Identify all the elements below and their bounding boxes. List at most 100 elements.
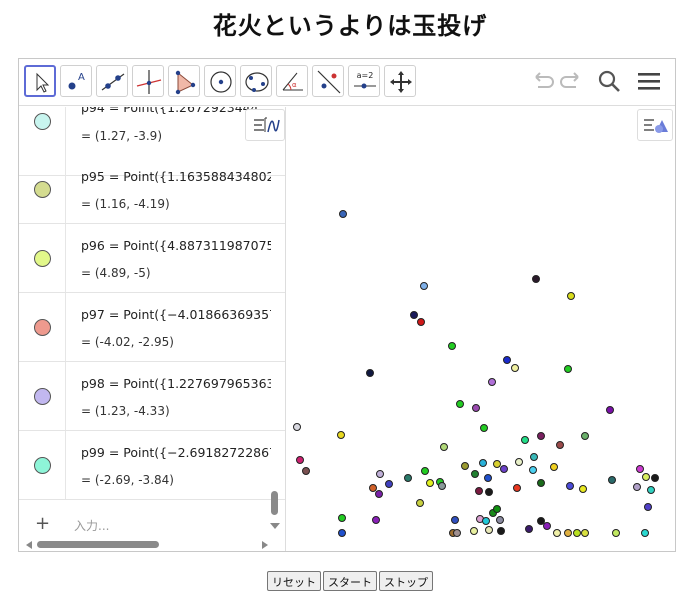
plot-point[interactable] [448,342,456,350]
plot-point[interactable] [438,482,446,490]
visibility-marker[interactable] [34,250,51,267]
visibility-marker[interactable] [34,457,51,474]
circle-tool-icon[interactable] [204,65,236,97]
plot-point[interactable] [543,522,551,530]
point-definition[interactable]: p98 = Point({1.22769796536358 [81,376,271,391]
plot-point[interactable] [651,474,659,482]
stop-button[interactable]: ストップ [379,571,433,591]
plot-point[interactable] [564,365,572,373]
plot-point[interactable] [416,499,424,507]
graphics-style-button[interactable] [637,109,673,141]
algebra-row[interactable]: p95 = Point({1.16358843480228 = (1.16, -… [19,155,285,224]
plot-point[interactable] [338,514,346,522]
plot-point[interactable] [497,527,505,535]
plot-point[interactable] [636,465,644,473]
visibility-marker[interactable] [34,113,51,130]
plot-point[interactable] [470,527,478,535]
plot-point[interactable] [496,516,504,524]
point-tool-icon[interactable]: A [60,65,92,97]
plot-point[interactable] [375,490,383,498]
algebra-input[interactable]: + 入力... [19,513,285,539]
plot-point[interactable] [366,369,374,377]
plot-point[interactable] [608,476,616,484]
perpendicular-tool-icon[interactable] [132,65,164,97]
plot-point[interactable] [420,282,428,290]
move-view-tool-icon[interactable] [384,65,416,97]
graphics-view[interactable] [287,107,675,551]
plot-point[interactable] [525,525,533,533]
scroll-left-icon[interactable] [25,540,33,550]
slider-tool-icon[interactable]: a=2 [348,65,380,97]
point-definition[interactable]: p99 = Point({−2.69182722867 [81,445,271,460]
algebra-row[interactable]: p97 = Point({−4.01866369357 = (-4.02, -2… [19,293,285,362]
visibility-marker[interactable] [34,181,51,198]
plot-point[interactable] [421,467,429,475]
plot-point[interactable] [485,526,493,534]
plot-point[interactable] [479,459,487,467]
plot-point[interactable] [532,275,540,283]
conic-tool-icon[interactable] [240,65,272,97]
plot-point[interactable] [440,443,448,451]
visibility-marker[interactable] [34,319,51,336]
point-definition[interactable]: p94 = Point({1.2672923444 [81,107,271,115]
plot-point[interactable] [385,480,393,488]
plot-point[interactable] [485,488,493,496]
scroll-right-icon[interactable] [261,540,269,550]
plot-point[interactable] [453,529,461,537]
plot-point[interactable] [515,458,523,466]
plot-point[interactable] [647,486,655,494]
algebra-row[interactable]: p98 = Point({1.22769796536358 = (1.23, -… [19,362,285,431]
plot-point[interactable] [581,529,589,537]
reset-button[interactable]: リセット [267,571,321,591]
angle-tool-icon[interactable]: α [276,65,308,97]
plot-point[interactable] [567,292,575,300]
plot-point[interactable] [493,505,501,513]
plot-point[interactable] [530,453,538,461]
plot-point[interactable] [293,423,301,431]
search-icon[interactable] [597,69,623,99]
plot-point[interactable] [633,483,641,491]
plot-point[interactable] [482,517,490,525]
plot-point[interactable] [480,424,488,432]
plot-point[interactable] [338,529,346,537]
plot-point[interactable] [451,516,459,524]
plot-point[interactable] [461,462,469,470]
vertical-scrollbar[interactable] [271,491,278,515]
plot-point[interactable] [612,529,620,537]
plot-point[interactable] [484,474,492,482]
plot-point[interactable] [417,318,425,326]
plot-point[interactable] [302,467,310,475]
plot-point[interactable] [296,456,304,464]
plot-point[interactable] [564,529,572,537]
menu-icon[interactable] [636,69,662,99]
plot-point[interactable] [529,466,537,474]
plot-point[interactable] [410,311,418,319]
plot-point[interactable] [456,400,464,408]
plot-point[interactable] [579,485,587,493]
algebra-style-button[interactable] [245,109,285,141]
plot-point[interactable] [537,432,545,440]
plot-point[interactable] [606,406,614,414]
plot-point[interactable] [488,378,496,386]
visibility-marker[interactable] [34,388,51,405]
point-definition[interactable]: p97 = Point({−4.01866369357 [81,307,271,322]
line-tool-icon[interactable] [96,65,128,97]
plot-point[interactable] [513,484,521,492]
plot-point[interactable] [472,404,480,412]
plot-point[interactable] [475,487,483,495]
plot-point[interactable] [404,474,412,482]
horizontal-scrollbar[interactable] [25,539,271,549]
plot-point[interactable] [511,364,519,372]
plot-point[interactable] [339,210,347,218]
plot-point[interactable] [556,441,564,449]
plot-point[interactable] [641,529,649,537]
plot-point[interactable] [581,432,589,440]
plot-point[interactable] [376,470,384,478]
reflect-tool-icon[interactable] [312,65,344,97]
plot-point[interactable] [642,473,650,481]
plot-point[interactable] [426,479,434,487]
plot-point[interactable] [550,463,558,471]
polygon-tool-icon[interactable] [168,65,200,97]
start-button[interactable]: スタート [323,571,377,591]
scroll-down-icon[interactable] [269,521,281,531]
